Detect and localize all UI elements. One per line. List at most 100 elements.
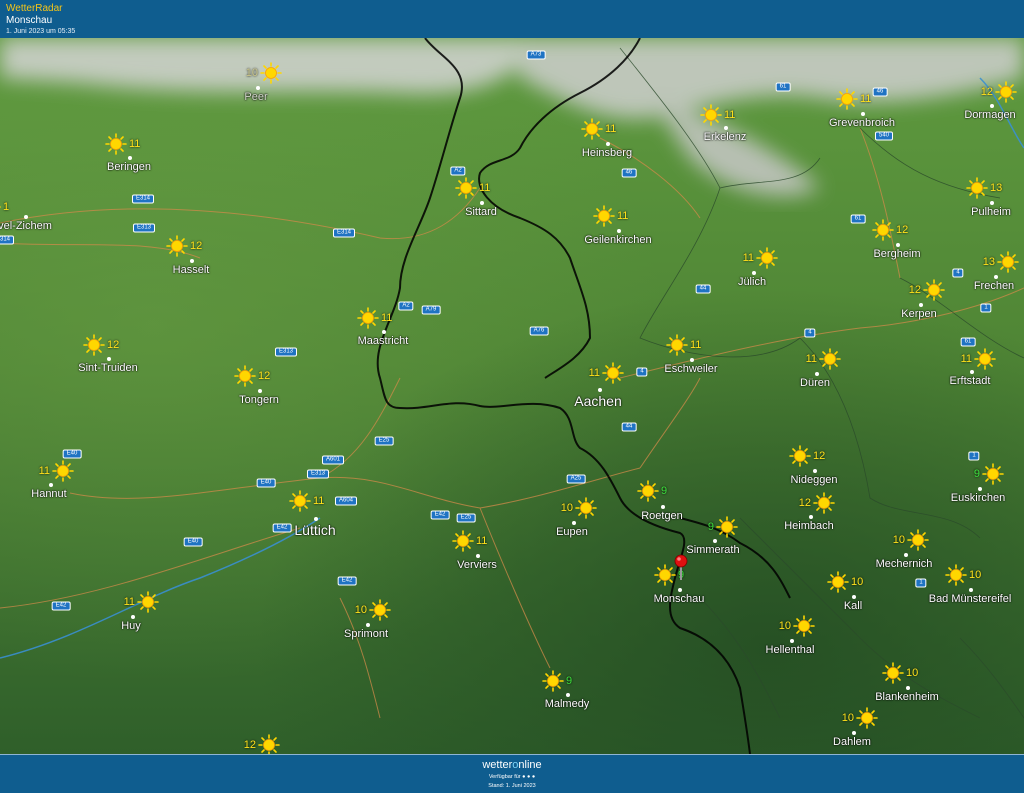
city-dot bbox=[813, 469, 817, 473]
road-badge-e313: E313 bbox=[132, 223, 156, 233]
temperature-verviers: 11 bbox=[476, 535, 488, 547]
city-label-eupen[interactable]: Eupen bbox=[556, 526, 588, 538]
city-label-nideggen[interactable]: Nideggen bbox=[790, 474, 837, 486]
city-label-hellenthal[interactable]: Hellenthal bbox=[766, 644, 815, 656]
map-pin-icon[interactable] bbox=[674, 554, 688, 580]
city-label-erftstadt[interactable]: Erftstadt bbox=[950, 375, 991, 387]
city-label-roetgen[interactable]: Roetgen bbox=[641, 510, 683, 522]
city-dot bbox=[994, 275, 998, 279]
city-label-maastricht[interactable]: Maastricht bbox=[358, 335, 409, 347]
city-dot bbox=[572, 521, 576, 525]
city-label-aachen[interactable]: Aachen bbox=[574, 393, 621, 409]
sun-icon bbox=[813, 492, 835, 514]
city-label-verviers[interactable]: Verviers bbox=[457, 559, 497, 571]
sun-icon bbox=[369, 599, 391, 621]
city-dot bbox=[990, 201, 994, 205]
temperature-l-ttich: 11 bbox=[313, 495, 325, 507]
city-label-malmedy[interactable]: Malmedy bbox=[545, 698, 590, 710]
city-label-monschau[interactable]: Monschau bbox=[654, 593, 705, 605]
city-label-j-lich[interactable]: Jülich bbox=[738, 276, 766, 288]
city-label-sprimont[interactable]: Sprimont bbox=[344, 628, 388, 640]
sun-icon bbox=[542, 670, 564, 692]
city-dot bbox=[190, 259, 194, 263]
city-label-tongern[interactable]: Tongern bbox=[239, 394, 279, 406]
city-label-heimbach[interactable]: Heimbach bbox=[784, 520, 834, 532]
city-dot bbox=[24, 215, 28, 219]
city-label-l-ttich[interactable]: Lüttich bbox=[294, 522, 335, 538]
city-label-bergheim[interactable]: Bergheim bbox=[873, 248, 920, 260]
city-label-hannut[interactable]: Hannut bbox=[31, 488, 66, 500]
city-label-simmerath[interactable]: Simmerath bbox=[686, 544, 739, 556]
city-label-eschweiler[interactable]: Eschweiler bbox=[664, 363, 717, 375]
road-badge-a604: A604 bbox=[334, 496, 358, 506]
city-label-beringen[interactable]: Beringen bbox=[107, 161, 151, 173]
road-badge-a73: A73 bbox=[526, 50, 546, 60]
city-label-kerpen[interactable]: Kerpen bbox=[901, 308, 936, 320]
road-badge-4: 4 bbox=[636, 367, 648, 377]
sun-icon bbox=[289, 490, 311, 512]
city-dot bbox=[606, 142, 610, 146]
road-badge-a2: A2 bbox=[398, 301, 414, 311]
city-label-hasselt[interactable]: Hasselt bbox=[173, 264, 210, 276]
city-label-bad-m-nstereifel[interactable]: Bad Münstereifel bbox=[929, 593, 1012, 605]
city-dot bbox=[366, 623, 370, 627]
road-badge-314: 314 bbox=[0, 235, 15, 245]
city-dot bbox=[690, 358, 694, 362]
city-dot bbox=[852, 731, 856, 735]
city-dot bbox=[969, 588, 973, 592]
city-label-euskirchen[interactable]: Euskirchen bbox=[951, 492, 1005, 504]
city-label-blankenheim[interactable]: Blankenheim bbox=[875, 691, 939, 703]
road-badge-1: 1 bbox=[915, 578, 927, 588]
sun-icon bbox=[258, 734, 280, 754]
city-label-sint-truiden[interactable]: Sint-Truiden bbox=[78, 362, 138, 374]
weather-map[interactable]: 10 Peer 11 Beringen 1 vel-Zichem 12 Hasselt 12 Si… bbox=[0, 38, 1024, 754]
temperature-geilenkirchen: 11 bbox=[617, 210, 629, 222]
city-label-kall[interactable]: Kall bbox=[844, 600, 862, 612]
sun-icon bbox=[452, 530, 474, 552]
sun-icon bbox=[882, 662, 904, 684]
city-label-dormagen[interactable]: Dormagen bbox=[964, 109, 1015, 121]
city-label-mechernich[interactable]: Mechernich bbox=[876, 558, 933, 570]
availability-label: Verfügbar für bbox=[488, 774, 521, 780]
wetteronline-logo[interactable]: wetteronline bbox=[0, 759, 1024, 771]
temperature-roetgen: 9 bbox=[661, 485, 668, 497]
city-label-vel-zichem[interactable]: vel-Zichem bbox=[0, 220, 52, 232]
city-label-heinsberg[interactable]: Heinsberg bbox=[582, 147, 632, 159]
sun-icon bbox=[716, 516, 738, 538]
city-label-frechen[interactable]: Frechen bbox=[974, 280, 1014, 292]
city-dot bbox=[476, 554, 480, 558]
city-label-erkelenz[interactable]: Erkelenz bbox=[704, 131, 747, 143]
sun-icon bbox=[827, 571, 849, 593]
sun-icon bbox=[575, 497, 597, 519]
sun-icon bbox=[836, 88, 858, 110]
city-label-d-ren[interactable]: Düren bbox=[800, 377, 830, 389]
city-label-dahlem[interactable]: Dahlem bbox=[833, 736, 871, 748]
city-dot bbox=[815, 372, 819, 376]
city-dot bbox=[861, 112, 865, 116]
city-label-grevenbroich[interactable]: Grevenbroich bbox=[829, 117, 895, 129]
city-dot bbox=[978, 487, 982, 491]
city-label-pulheim[interactable]: Pulheim bbox=[971, 206, 1011, 218]
temperature-mechernich: 10 bbox=[892, 534, 905, 546]
temperature-blankenheim: 10 bbox=[906, 667, 919, 679]
temperature-nideggen: 12 bbox=[813, 450, 826, 462]
sun-icon bbox=[654, 564, 676, 586]
brand-part: wetter bbox=[482, 759, 513, 771]
city-label-geilenkirchen[interactable]: Geilenkirchen bbox=[584, 234, 651, 246]
city-dot bbox=[896, 243, 900, 247]
sun-icon bbox=[997, 251, 1019, 273]
city-label-huy[interactable]: Huy bbox=[121, 620, 141, 632]
temperature-sprimont: 10 bbox=[354, 604, 367, 616]
sun-icon bbox=[637, 480, 659, 502]
city-label-sittard[interactable]: Sittard bbox=[465, 206, 497, 218]
temperature-beringen: 11 bbox=[129, 138, 141, 150]
temperature-sint-truiden: 12 bbox=[107, 339, 120, 351]
sun-icon bbox=[260, 62, 282, 84]
temperature-heimbach: 12 bbox=[798, 497, 811, 509]
sun-icon bbox=[455, 177, 477, 199]
road-badge-44: 44 bbox=[621, 422, 637, 432]
road-badge-61: 61 bbox=[850, 214, 866, 224]
city-label-peer[interactable]: Peer bbox=[244, 91, 267, 103]
city-dot bbox=[128, 156, 132, 160]
temperature-hannut: 11 bbox=[38, 465, 50, 477]
